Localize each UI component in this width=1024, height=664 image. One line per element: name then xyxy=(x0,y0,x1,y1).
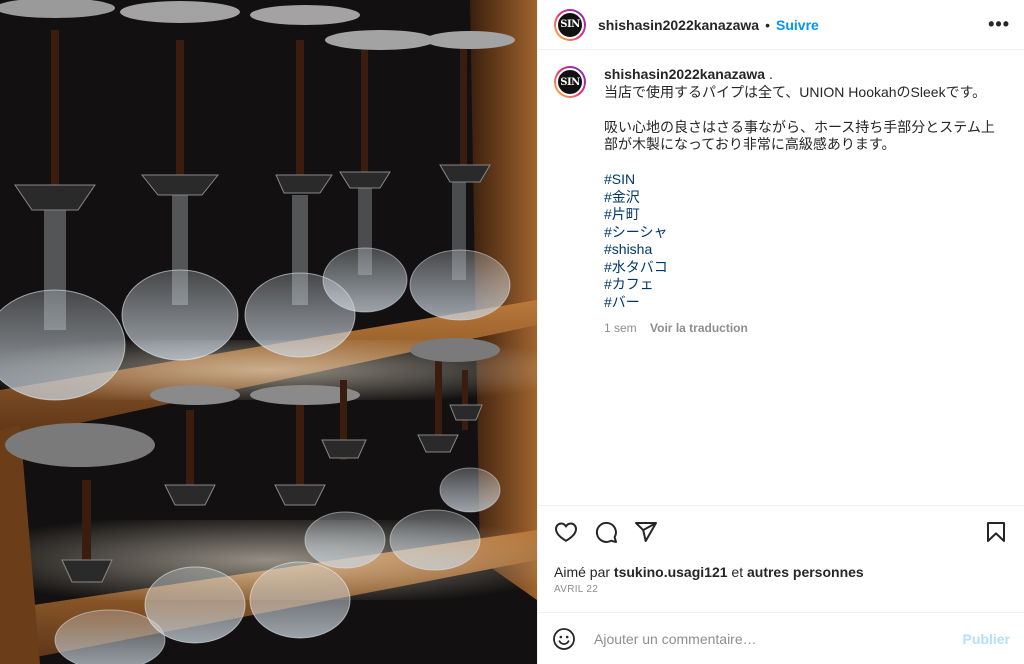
post-header: SIN shishasin2022kanazawa • Suivre ••• xyxy=(538,0,1024,50)
caption-line-1: shishasin2022kanazawa . 当店で使用するパイプは全て、UN… xyxy=(604,66,996,101)
caption-body-2: 吸い心地の良さはさる事ながら、ホース持ち手部分とステム上部が木製になっており非常… xyxy=(604,118,995,153)
liker-username[interactable]: tsukino.usagi121 xyxy=(614,564,728,580)
hookah-shelf-photo xyxy=(0,0,537,664)
comment-bar: Publier xyxy=(538,612,1024,664)
hashtag-link[interactable]: #バー xyxy=(604,294,996,312)
post-panel: SIN shishasin2022kanazawa • Suivre ••• S… xyxy=(537,0,1024,664)
likes-prefix: Aimé par xyxy=(554,564,611,580)
caption-username[interactable]: shishasin2022kanazawa xyxy=(604,66,765,82)
caption-body-1: 当店で使用するパイプは全て、UNION HookahのSleekです。 xyxy=(604,83,987,100)
caption-user-suffix: . xyxy=(769,66,773,82)
see-translation-link[interactable]: Voir la traduction xyxy=(650,321,748,335)
other-likers-link[interactable]: autres personnes xyxy=(747,564,864,580)
avatar-logo: SIN xyxy=(556,10,584,39)
hashtag-link[interactable]: #片町 xyxy=(604,206,996,224)
hashtag-link[interactable]: #SIN xyxy=(604,171,996,189)
hashtag-link[interactable]: #金沢 xyxy=(604,189,996,207)
bookmark-icon[interactable] xyxy=(984,520,1008,544)
avatar[interactable]: SIN xyxy=(554,8,586,41)
likes-middle: et xyxy=(731,564,744,580)
emoji-icon[interactable] xyxy=(552,627,576,651)
caption-area: SIN shishasin2022kanazawa . 当店で使用するパイプは全… xyxy=(538,50,1024,505)
hashtag-link[interactable]: #カフェ xyxy=(604,276,996,294)
header-username[interactable]: shishasin2022kanazawa xyxy=(598,17,759,33)
post-date: AVRIL 22 xyxy=(554,584,599,595)
heart-icon[interactable] xyxy=(554,520,578,544)
action-bar xyxy=(538,505,1024,557)
likes-line: Aimé par tsukino.usagi121 et autres pers… xyxy=(538,563,1024,581)
publish-button[interactable]: Publier xyxy=(963,631,1010,647)
hashtag-list: #SIN #金沢 #片町 #シーシャ #shisha #水タバコ #カフェ #バ… xyxy=(604,171,996,311)
more-options-icon[interactable]: ••• xyxy=(988,14,1010,35)
hashtag-link[interactable]: #水タバコ xyxy=(604,259,996,277)
post-time: 1 sem xyxy=(604,321,637,335)
caption-meta: 1 sem Voir la traduction xyxy=(604,320,996,338)
caption-text: shishasin2022kanazawa . 当店で使用するパイプは全て、UN… xyxy=(604,66,996,505)
post-image[interactable] xyxy=(0,0,537,664)
hashtag-link[interactable]: #shisha xyxy=(604,241,996,259)
comment-icon[interactable] xyxy=(594,520,618,544)
comment-input[interactable] xyxy=(592,629,963,648)
avatar-logo: SIN xyxy=(556,68,584,96)
separator-dot: • xyxy=(765,16,771,33)
caption-avatar[interactable]: SIN xyxy=(554,66,586,98)
hashtag-link[interactable]: #シーシャ xyxy=(604,224,996,242)
follow-button[interactable]: Suivre xyxy=(776,17,819,33)
send-icon[interactable] xyxy=(634,520,658,544)
